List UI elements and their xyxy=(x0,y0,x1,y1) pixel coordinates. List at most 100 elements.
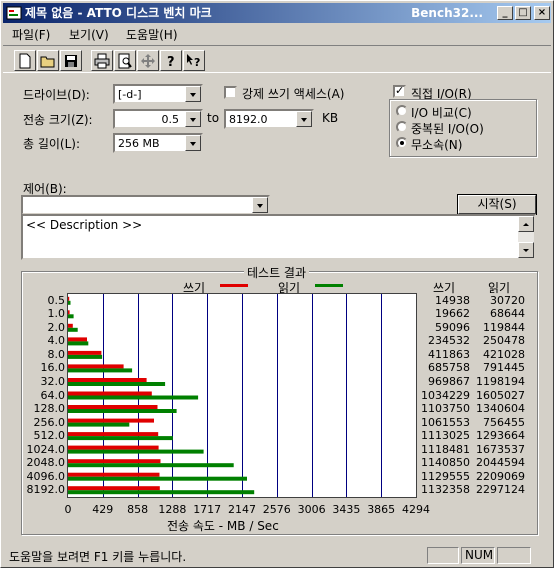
read-bar xyxy=(68,368,133,373)
open-button[interactable] xyxy=(37,50,59,71)
chevron-down-icon[interactable] xyxy=(296,111,312,127)
context-help-button[interactable]: ? xyxy=(183,50,205,71)
force-write-checkbox[interactable] xyxy=(224,86,237,99)
transfer-size-row-label: 4096.0 xyxy=(26,469,66,483)
description-box[interactable]: << Description >> xyxy=(21,214,536,260)
transfer-size-row-label: 64.0 xyxy=(40,388,66,402)
chevron-down-icon xyxy=(523,249,529,252)
total-length-select[interactable]: 256 MB xyxy=(113,133,203,153)
close-button[interactable]: × xyxy=(534,6,550,20)
transfer-size-row-label: 8.0 xyxy=(47,347,66,361)
save-button[interactable] xyxy=(60,50,82,71)
transfer-size-row-label: 4.0 xyxy=(47,334,66,348)
overlapped-io-label: 중복된 I/O(O) xyxy=(411,122,484,136)
new-file-button[interactable] xyxy=(14,50,36,71)
io-compare-radio[interactable] xyxy=(396,105,408,117)
write-bar xyxy=(68,296,70,301)
kb-label: KB xyxy=(322,111,339,125)
total-length-label: 총 길이(L): xyxy=(23,137,81,151)
x-tick-label: 4294 xyxy=(402,503,430,516)
transfer-size-row-label: 16.0 xyxy=(40,361,66,375)
control-select[interactable] xyxy=(21,195,270,215)
drive-select[interactable]: [-d-] xyxy=(113,84,203,104)
read-value: 30720 xyxy=(490,293,525,307)
transfer-size-row-label: 128.0 xyxy=(33,402,66,415)
read-bar xyxy=(68,300,71,305)
write-value: 685758 xyxy=(428,361,470,375)
write-bar xyxy=(68,445,159,450)
print-button[interactable] xyxy=(91,50,113,71)
menu-help[interactable]: 도움말(H) xyxy=(126,26,178,43)
drive-label: 드라이브(D): xyxy=(23,88,90,102)
write-bar xyxy=(68,391,152,396)
status-text: 도움말을 보려면 F1 키를 누릅니다. xyxy=(9,550,187,564)
help-button[interactable]: ? xyxy=(160,50,182,71)
transfer-to-select[interactable]: 8192.0 xyxy=(224,109,314,129)
write-value: 234532 xyxy=(428,334,470,348)
chevron-down-icon[interactable] xyxy=(252,197,268,213)
transfer-size-row-label: 256.0 xyxy=(33,415,66,429)
chevron-down-icon[interactable] xyxy=(185,86,201,102)
app-window: 제목 없음 - ATTO 디스크 벤치 마크 Bench32... _ □ × … xyxy=(0,0,554,568)
read-value: 1198194 xyxy=(476,375,525,388)
results-chart-svg xyxy=(68,294,382,497)
direct-io-checkbox[interactable] xyxy=(393,84,406,98)
print-preview-button[interactable] xyxy=(114,50,136,71)
toolbar: ? ? xyxy=(3,45,551,73)
num-lock-indicator: NUM xyxy=(461,547,495,564)
svg-text:?: ? xyxy=(167,55,175,69)
read-value: 2044594 xyxy=(476,456,525,470)
transfer-size-row-label: 0.5 xyxy=(47,293,66,307)
write-bar xyxy=(68,486,160,491)
new-file-icon xyxy=(19,53,31,69)
move-icon xyxy=(141,54,155,68)
title-bar[interactable]: 제목 없음 - ATTO 디스크 벤치 마크 Bench32... _ □ × xyxy=(3,3,551,23)
start-button[interactable]: 시작(S) xyxy=(458,195,536,214)
svg-text:?: ? xyxy=(194,56,200,69)
write-bar xyxy=(68,418,154,423)
read-legend-swatch xyxy=(315,284,343,287)
move-button[interactable] xyxy=(137,50,159,71)
chevron-down-icon[interactable] xyxy=(185,111,201,127)
maximize-button[interactable]: □ xyxy=(515,6,531,20)
read-value: 1673537 xyxy=(476,442,525,456)
scroll-down-button[interactable] xyxy=(518,242,534,258)
read-value: 68644 xyxy=(490,307,525,321)
read-value: 1340604 xyxy=(476,402,525,415)
neither-label: 무소속(N) xyxy=(411,138,463,152)
minimize-button[interactable]: _ xyxy=(497,6,513,20)
write-bar xyxy=(68,405,158,409)
transfer-size-row-label: 8192.0 xyxy=(26,483,66,497)
write-bar xyxy=(68,472,160,477)
read-bar xyxy=(68,341,89,346)
read-value: 2297124 xyxy=(476,483,525,497)
transfer-size-row-label: 512.0 xyxy=(33,429,66,443)
transfer-size-row-label: 1024.0 xyxy=(26,442,66,456)
read-bar xyxy=(68,382,166,386)
read-value: 421028 xyxy=(483,347,525,361)
transfer-from-select[interactable]: 0.5 xyxy=(113,109,203,129)
scroll-up-button[interactable] xyxy=(518,216,534,232)
description-text: << Description >> xyxy=(26,218,143,232)
window-title-suffix: Bench32... xyxy=(411,6,483,20)
write-bar xyxy=(68,432,159,437)
menu-file[interactable]: 파일(F) xyxy=(12,26,50,43)
write-value: 1129555 xyxy=(421,469,470,483)
read-bar xyxy=(68,409,177,413)
menu-view[interactable]: 보기(V) xyxy=(69,26,109,43)
write-bar xyxy=(68,310,70,315)
description-scrollbar[interactable] xyxy=(518,216,534,258)
write-bar xyxy=(68,378,147,382)
context-help-icon: ? xyxy=(187,54,200,69)
neither-radio[interactable] xyxy=(396,137,408,149)
write-value: 969867 xyxy=(428,375,470,388)
write-value: 1034229 xyxy=(421,388,470,402)
read-bar xyxy=(68,449,204,454)
read-bar xyxy=(68,422,130,427)
overlapped-io-radio[interactable] xyxy=(396,121,408,133)
read-bar xyxy=(68,395,199,400)
x-axis-label: 전송 속도 - MB / Sec xyxy=(167,519,279,533)
chevron-down-icon[interactable] xyxy=(185,135,201,151)
read-value: 2209069 xyxy=(476,469,525,483)
write-value: 14938 xyxy=(435,293,470,307)
